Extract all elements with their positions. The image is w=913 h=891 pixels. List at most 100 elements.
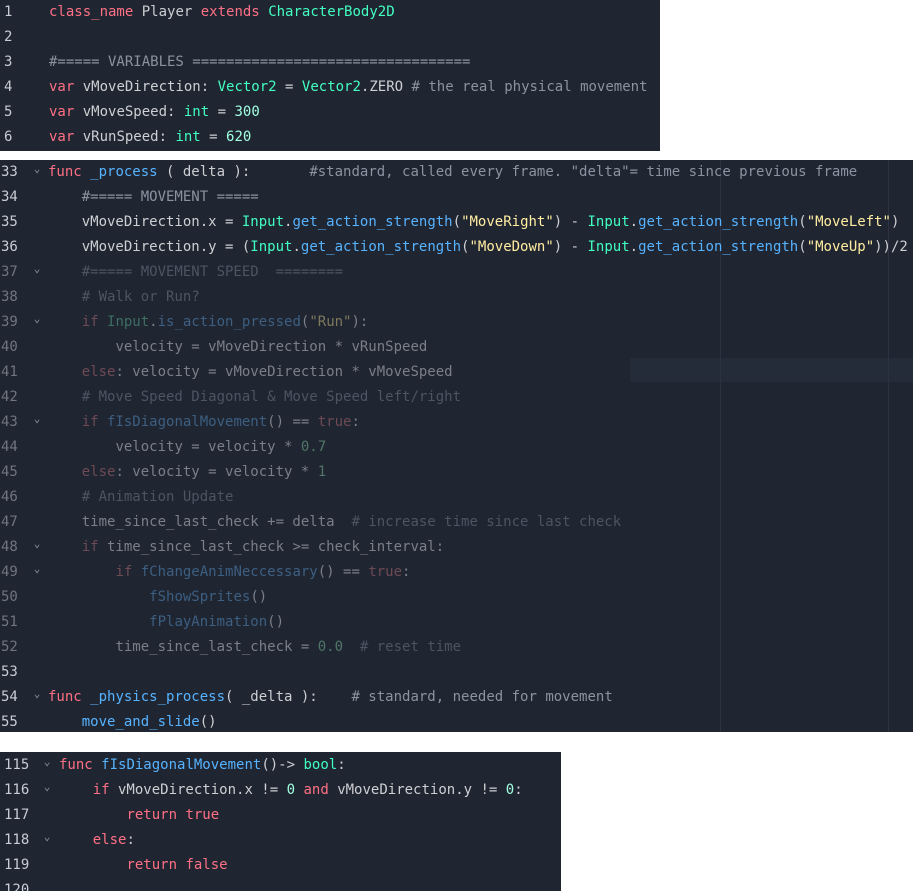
code-line[interactable]: 4 var vMoveDirection: Vector2 = Vector2.Z… [0, 75, 660, 100]
line-number: 119 [4, 857, 30, 873]
code-text: func _physics_process( _delta ): # stand… [48, 685, 613, 710]
code-token: . [149, 314, 158, 330]
code-token: # increase time since last check [351, 514, 622, 530]
code-token: false [185, 857, 228, 873]
code-token: Player [133, 4, 201, 20]
fold-chevron-icon[interactable]: ⌄ [30, 560, 44, 585]
fold-chevron-icon[interactable]: ⌄ [30, 535, 44, 560]
code-line[interactable]: 47 time_since_last_check += delta # incre… [0, 510, 913, 535]
code-line[interactable]: 50 fShowSprites() [0, 585, 913, 610]
fold-chevron-icon[interactable]: ⌄ [40, 828, 54, 853]
code-line[interactable]: 45 else: velocity = velocity * 1 [0, 460, 913, 485]
code-token: 300 [234, 104, 260, 120]
code-text: if time_since_last_check >= check_interv… [82, 535, 444, 560]
fold-chevron-icon[interactable]: ⌄ [40, 753, 54, 778]
code-line[interactable]: 2 [0, 25, 660, 50]
code-token: if [81, 414, 99, 430]
code-token: "MoveDown" [469, 239, 554, 255]
code-line[interactable]: 43 ⌄ if fIsDiagonalMovement() == true: [0, 410, 913, 435]
code-line[interactable]: 35 vMoveDirection.x = Input.get_action_st… [0, 210, 913, 235]
line-number: 46 [1, 489, 18, 505]
code-line[interactable]: 1 class_name Player extends CharacterBody… [0, 0, 660, 25]
code-line[interactable]: 34 #===== MOVEMENT ===== [0, 185, 913, 210]
code-token: else [92, 832, 127, 848]
code-token: fIsDiagonalMovement [107, 414, 268, 430]
code-token: _physics_process [90, 689, 226, 705]
code-line[interactable]: 37 ⌄ #===== MOVEMENT SPEED ======== [0, 260, 913, 285]
code-text: # Move Speed Diagonal & Move Speed left/… [82, 385, 461, 410]
code-token: if [81, 314, 99, 330]
code-token: return [126, 807, 178, 823]
code-token: time_since_last_check >= check_interval: [98, 539, 445, 555]
fold-chevron-icon[interactable]: ⌄ [30, 160, 44, 185]
code-text: else: [93, 828, 135, 853]
code-token: fPlayAnimation [149, 614, 268, 630]
code-line[interactable]: 40 velocity = vMoveDirection * vRunSpeed [0, 335, 913, 360]
code-line[interactable]: 38 # Walk or Run? [0, 285, 913, 310]
code-line[interactable]: 3 #===== VARIABLES ======================… [0, 50, 660, 75]
code-line[interactable]: 46 # Animation Update [0, 485, 913, 510]
line-number: 42 [1, 389, 18, 405]
code-line[interactable]: 54 ⌄ func _physics_process( _delta ): # st… [0, 685, 913, 710]
code-text: velocity = velocity * 0.7 [115, 435, 326, 460]
code-line[interactable]: 118 ⌄ else: [0, 828, 561, 853]
code-line[interactable]: 48 ⌄ if time_since_last_check >= check_int… [0, 535, 913, 560]
code-token: ) - [553, 214, 588, 230]
fold-chevron-icon[interactable]: ⌄ [30, 410, 44, 435]
code-line[interactable]: 117 return true [0, 803, 561, 828]
code-line[interactable]: 52 time_since_last_check = 0.0 # reset ti… [0, 635, 913, 660]
code-line[interactable]: 55 move_and_slide() [0, 710, 913, 732]
code-line[interactable]: 33 ⌄ func _process ( delta ): #standard, c… [0, 160, 913, 185]
code-line[interactable]: 115 ⌄ func fIsDiagonalMovement()-> bool: [0, 753, 561, 778]
code-token: else [81, 364, 116, 380]
line-number: 53 [1, 664, 18, 680]
code-token: ( _delta ): [225, 689, 352, 705]
line-number: 47 [1, 514, 18, 530]
code-text: if vMoveDirection.x != 0 and vMoveDirect… [93, 778, 523, 803]
code-line[interactable]: 119 return false [0, 853, 561, 878]
fold-chevron-icon[interactable]: ⌄ [30, 260, 44, 285]
code-line[interactable]: 116 ⌄ if vMoveDirection.x != 0 and vMoveDi… [0, 778, 561, 803]
code-line[interactable]: 6 var vRunSpeed: int = 620 [0, 125, 660, 150]
line-number: 6 [4, 129, 13, 145]
code-text: fPlayAnimation() [149, 610, 284, 635]
code-line[interactable]: 51 fPlayAnimation() [0, 610, 913, 635]
code-line[interactable]: 5 var vMoveSpeed: int = 300 [0, 100, 660, 125]
code-token: ( [798, 239, 807, 255]
fold-chevron-icon[interactable]: ⌄ [30, 310, 44, 335]
code-text: if fIsDiagonalMovement() == true: [82, 410, 360, 435]
code-line[interactable]: 120 [0, 878, 561, 891]
line-number: 55 [1, 714, 18, 730]
code-token: extends [200, 4, 260, 20]
code-token: Input [587, 239, 630, 255]
code-token: # Animation Update [81, 489, 234, 505]
fold-chevron-icon[interactable]: ⌄ [40, 778, 54, 803]
code-token: vMoveDirection: [74, 79, 218, 95]
code-token: move_and_slide [81, 714, 200, 730]
code-line[interactable]: 39 ⌄ if Input.is_action_pressed("Run"): [0, 310, 913, 335]
line-number: 2 [4, 29, 13, 45]
code-text: else: velocity = velocity * 1 [82, 460, 326, 485]
code-text: time_since_last_check += delta # increas… [82, 510, 621, 535]
code-token: = [209, 104, 235, 120]
code-token: : [514, 782, 523, 798]
line-number: 115 [4, 757, 30, 773]
line-number: 116 [4, 782, 30, 798]
line-number: 4 [4, 79, 13, 95]
code-line[interactable]: 49 ⌄ if fChangeAnimNeccessary() == true: [0, 560, 913, 585]
code-text: if fChangeAnimNeccessary() == true: [115, 560, 410, 585]
code-token: CharacterBody2D [268, 4, 395, 20]
code-token: ()-> [261, 757, 304, 773]
line-number: 50 [1, 589, 18, 605]
code-line[interactable]: 41 else: velocity = vMoveDirection * vMov… [0, 360, 913, 385]
code-line[interactable]: 42 # Move Speed Diagonal & Move Speed lef… [0, 385, 913, 410]
code-token: get_action_strength [638, 239, 799, 255]
code-line[interactable]: 44 velocity = velocity * 0.7 [0, 435, 913, 460]
code-line[interactable]: 53 [0, 660, 913, 685]
fold-chevron-icon[interactable]: ⌄ [30, 685, 44, 710]
code-line[interactable]: 36 vMoveDirection.y = (Input.get_action_s… [0, 235, 913, 260]
code-token: true [317, 414, 352, 430]
code-token: Input [587, 214, 630, 230]
